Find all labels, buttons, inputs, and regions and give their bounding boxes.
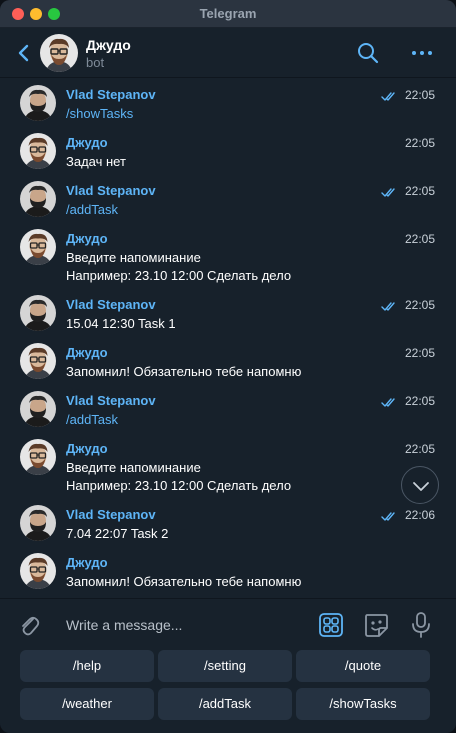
avatar[interactable] [20,229,56,265]
sticker-button[interactable] [363,612,389,638]
more-button[interactable] [410,41,434,65]
keyboard-button[interactable]: /addTask [158,688,292,720]
message-time: 22:05 [404,346,435,360]
message-line: Введите напоминание [66,460,201,475]
message-item[interactable]: Vlad Stepanov/showTasks 22:05 [0,81,456,129]
avatar[interactable] [20,505,56,541]
message-line: Задач нет [66,154,126,169]
message-text: Введите напоминание Например: 23.10 12:00… [66,249,291,285]
message-item[interactable]: Vlad Stepanov/addTask 22:05 [0,387,456,435]
message-line: Запомнил! Обязательно тебе напомню [66,364,302,379]
keyboard-button[interactable]: /showTasks [296,688,430,720]
search-icon [358,43,379,64]
keyboard-button[interactable]: /quote [296,650,430,682]
avatar[interactable] [20,391,56,427]
message-item[interactable]: Джудо Введите напоминание Например: 23.10 … [0,225,456,291]
scroll-down-button[interactable] [401,466,439,504]
chat-avatar[interactable] [40,34,78,72]
sticker-icon [365,614,388,637]
paperclip-icon [22,616,40,636]
message-line: Введите напоминание [66,250,201,265]
avatar[interactable] [20,343,56,379]
keyboard-button[interactable]: /weather [20,688,154,720]
message-sender[interactable]: Vlad Stepanov [66,297,156,312]
chevron-left-icon [18,44,29,62]
chat-subtitle: bot [86,55,105,70]
message-sender[interactable]: Джудо [66,135,108,150]
message-composer [0,598,456,650]
message-time: 22:05 [404,442,435,456]
telegram-window: Telegram Джудо bot Vlad Stepanov /showTa… [0,0,456,733]
message-line: Например: 23.10 12:00 Сделать дело [66,268,292,283]
title-bar: Telegram [0,0,456,28]
message-sender[interactable]: Vlad Stepanov [66,87,156,102]
bot-keyboard-button[interactable] [319,613,343,637]
message-text: Задач нет [66,153,126,171]
message-item[interactable]: Джудо Введите напоминание Например: 23.10 … [0,435,456,501]
back-button[interactable] [14,42,34,64]
message-line: Например: 23.10 12:00 Сделать дело [66,478,292,493]
double-check-icon [381,509,397,521]
message-sender[interactable]: Vlad Stepanov [66,183,156,198]
avatar[interactable] [20,85,56,121]
avatar[interactable] [20,553,56,589]
message-time: 22:05 [404,394,435,408]
message-text: Запомнил! Обязательно тебе напомню [66,363,301,381]
more-dots-icon [412,51,432,55]
message-sender[interactable]: Джудо [66,555,108,570]
message-time: 22:06 [404,508,435,522]
message-line: /addTask [66,412,119,427]
message-item[interactable]: Джудо Запомнил! Обязательно тебе напомню 2… [0,339,456,387]
double-check-icon [381,89,397,101]
bot-keyboard: /help/setting/quote/weather/addTask/show… [0,646,456,733]
double-check-icon [381,185,397,197]
chevron-down-icon [413,482,429,491]
message-item[interactable]: Vlad Stepanov/addTask 22:05 [0,177,456,225]
message-line: /showTasks [66,106,134,121]
avatar[interactable] [20,295,56,331]
message-time: 22:05 [404,298,435,312]
chat-title[interactable]: Джудо [86,37,131,53]
message-text: 7.04 22:07 Task 2 [66,525,168,543]
message-item[interactable]: Vlad Stepanov 15.04 12:30 Task 1 22:05 [0,291,456,339]
message-line: /addTask [66,202,119,217]
microphone-button[interactable] [411,611,431,639]
message-time: 22:05 [404,232,435,246]
message-text[interactable]: /addTask [66,201,118,219]
avatar[interactable] [20,439,56,475]
message-text[interactable]: /addTask [66,411,118,429]
search-button[interactable] [356,41,380,65]
message-text[interactable]: /showTasks [66,105,133,123]
message-item[interactable]: Vlad Stepanov 7.04 22:07 Task 2 22:06 [0,501,456,549]
message-text: Запомнил! Обязательно тебе напомню [66,573,301,591]
message-time: 22:05 [404,88,435,102]
microphone-icon [412,612,430,638]
message-line: 7.04 22:07 Task 2 [66,526,169,541]
keyboard-button[interactable]: /setting [158,650,292,682]
message-item[interactable]: Джудо Задач нет 22:05 [0,129,456,177]
message-sender[interactable]: Джудо [66,345,108,360]
avatar[interactable] [20,181,56,217]
message-line: Запомнил! Обязательно тебе напомню [66,574,302,589]
double-check-icon [381,299,397,311]
message-sender[interactable]: Vlad Stepanov [66,393,156,408]
attach-button[interactable] [18,613,40,637]
bot-keyboard-icon [319,613,343,637]
message-text: Введите напоминание Например: 23.10 12:00… [66,459,291,495]
message-sender[interactable]: Vlad Stepanov [66,507,156,522]
message-time: 22:05 [404,136,435,150]
keyboard-button[interactable]: /help [20,650,154,682]
chat-header: Джудо bot [0,28,456,78]
window-title: Telegram [199,6,257,21]
message-time: 22:05 [404,184,435,198]
message-line: 15.04 12:30 Task 1 [66,316,176,331]
message-sender[interactable]: Джудо [66,441,108,456]
message-item[interactable]: Джудо Запомнил! Обязательно тебе напомню [0,549,456,597]
message-sender[interactable]: Джудо [66,231,108,246]
message-text: 15.04 12:30 Task 1 [66,315,176,333]
avatar[interactable] [20,133,56,169]
message-input[interactable] [58,613,298,637]
message-list[interactable]: Vlad Stepanov/showTasks 22:05 Джудо Задач н… [0,79,456,598]
double-check-icon [381,395,397,407]
